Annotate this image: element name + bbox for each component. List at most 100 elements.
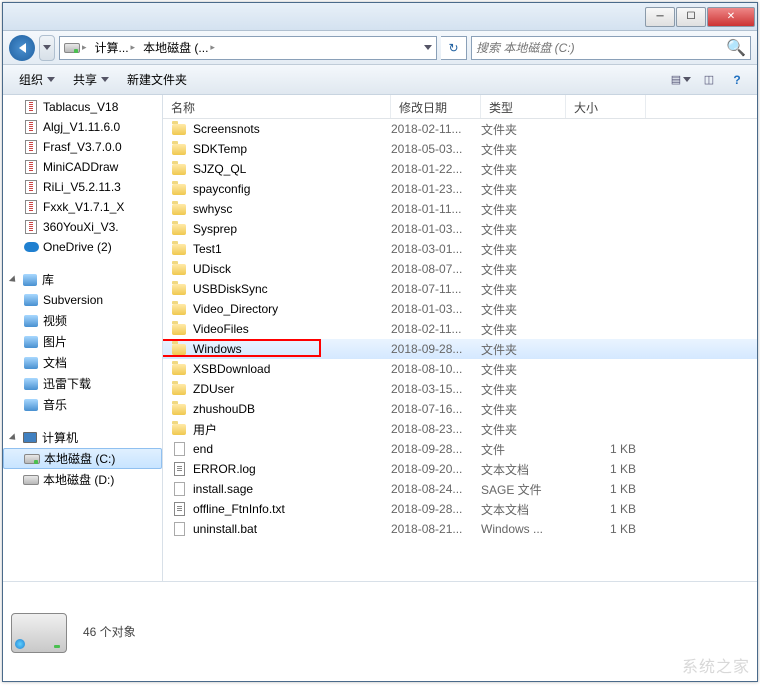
share-menu[interactable]: 共享 [65, 67, 117, 92]
archive-icon [23, 179, 39, 195]
history-dropdown[interactable] [39, 35, 55, 61]
content-area: Tablacus_V18 Algj_V1.11.6.0Frasf_V3.7.0.0… [3, 95, 757, 581]
sidebar-item[interactable]: 图片 [3, 331, 162, 352]
sidebar-item[interactable]: Subversion [3, 290, 162, 310]
file-type: 文件夹 [481, 221, 566, 238]
file-date: 2018-08-10... [391, 362, 481, 376]
maximize-button[interactable]: ☐ [676, 7, 706, 27]
sidebar-item[interactable]: 视频 [3, 310, 162, 331]
sidebar-item[interactable]: OneDrive (2) [3, 237, 162, 257]
file-row[interactable]: XSBDownload 2018-08-10... 文件夹 [163, 359, 757, 379]
file-row[interactable]: Video_Directory 2018-01-03... 文件夹 [163, 299, 757, 319]
file-row[interactable]: swhysc 2018-01-11... 文件夹 [163, 199, 757, 219]
file-row[interactable]: ZDUser 2018-03-15... 文件夹 [163, 379, 757, 399]
file-type: 文件夹 [481, 401, 566, 418]
breadcrumb-segment[interactable]: 计算... ▸ [91, 39, 140, 56]
search-box[interactable]: 🔍 [471, 36, 751, 60]
sidebar-drive[interactable]: 本地磁盘 (C:) [3, 448, 162, 469]
search-input[interactable] [476, 41, 726, 55]
file-name: uninstall.bat [193, 522, 257, 536]
file-row[interactable]: zhushouDB 2018-07-16... 文件夹 [163, 399, 757, 419]
file-date: 2018-08-24... [391, 482, 481, 496]
file-row[interactable]: ERROR.log 2018-09-20... 文本文档 1 KB [163, 459, 757, 479]
library-icon [23, 376, 39, 392]
file-size: 1 KB [566, 462, 646, 476]
file-type: 文件夹 [481, 201, 566, 218]
sidebar-item[interactable]: 文档 [3, 352, 162, 373]
sidebar-item[interactable]: 360YouXi_V3. [3, 217, 162, 237]
library-icon [23, 397, 39, 413]
file-type: Windows ... [481, 522, 566, 536]
file-row[interactable]: 用户 2018-08-23... 文件夹 [163, 419, 757, 439]
sidebar-library-header[interactable]: 库 [3, 267, 162, 290]
column-type[interactable]: 类型 [481, 95, 566, 118]
organize-menu[interactable]: 组织 [11, 67, 63, 92]
file-row[interactable]: SJZQ_QL 2018-01-22... 文件夹 [163, 159, 757, 179]
sidebar-drive[interactable]: 本地磁盘 (D:) [3, 469, 162, 490]
file-date: 2018-07-11... [391, 282, 481, 296]
file-date: 2018-09-20... [391, 462, 481, 476]
file-row[interactable]: USBDiskSync 2018-07-11... 文件夹 [163, 279, 757, 299]
minimize-button[interactable]: ─ [645, 7, 675, 27]
address-dropdown[interactable] [420, 45, 436, 50]
sidebar-computer-header[interactable]: 计算机 [3, 425, 162, 448]
column-size[interactable]: 大小 [566, 95, 646, 118]
sidebar-item[interactable]: Fxxk_V1.7.1_X [3, 197, 162, 217]
file-name: Screensnots [193, 122, 260, 136]
address-bar[interactable]: ▸ 计算... ▸ 本地磁盘 (... ▸ [59, 36, 437, 60]
file-row[interactable]: Test1 2018-03-01... 文件夹 [163, 239, 757, 259]
file-name: SDKTemp [193, 142, 247, 156]
library-icon [23, 355, 39, 371]
status-text: 46 个对象 [83, 623, 136, 640]
sidebar-item[interactable]: Frasf_V3.7.0.0 [3, 137, 162, 157]
sidebar-item[interactable]: Tablacus_V18 [3, 97, 162, 117]
file-row[interactable]: SDKTemp 2018-05-03... 文件夹 [163, 139, 757, 159]
sidebar-item[interactable]: MiniCADDraw [3, 157, 162, 177]
file-date: 2018-01-03... [391, 222, 481, 236]
help-button[interactable]: ? [725, 69, 749, 91]
column-name[interactable]: 名称 [163, 95, 391, 118]
file-row[interactable]: end 2018-09-28... 文件 1 KB [163, 439, 757, 459]
folder-icon [171, 361, 187, 377]
file-date: 2018-01-22... [391, 162, 481, 176]
folder-icon [171, 241, 187, 257]
library-icon [23, 292, 39, 308]
sidebar-item-label: Tablacus_V18 [43, 100, 118, 114]
folder-icon [171, 301, 187, 317]
file-date: 2018-08-07... [391, 262, 481, 276]
close-button[interactable]: ✕ [707, 7, 755, 27]
file-row[interactable]: offline_FtnInfo.txt 2018-09-28... 文本文档 1… [163, 499, 757, 519]
navigation-bar: ▸ 计算... ▸ 本地磁盘 (... ▸ ↻ 🔍 [3, 31, 757, 65]
file-row[interactable]: spayconfig 2018-01-23... 文件夹 [163, 179, 757, 199]
preview-pane-button[interactable]: ◫ [697, 69, 721, 91]
file-size: 1 KB [566, 502, 646, 516]
refresh-button[interactable]: ↻ [441, 36, 467, 60]
sidebar-item-label: 本地磁盘 (D:) [43, 471, 114, 488]
chevron-down-icon [47, 77, 55, 82]
file-row[interactable]: Screensnots 2018-02-11... 文件夹 [163, 119, 757, 139]
file-icon [171, 441, 187, 457]
sidebar-item[interactable]: Algj_V1.11.6.0 [3, 117, 162, 137]
back-button[interactable] [9, 35, 35, 61]
breadcrumb-root[interactable]: ▸ [60, 40, 91, 56]
file-name: UDisck [193, 262, 231, 276]
archive-icon [23, 119, 39, 135]
navigation-pane[interactable]: Tablacus_V18 Algj_V1.11.6.0Frasf_V3.7.0.0… [3, 95, 163, 581]
sidebar-item[interactable]: 音乐 [3, 394, 162, 415]
breadcrumb-segment[interactable]: 本地磁盘 (... ▸ [139, 39, 219, 56]
file-row[interactable]: VideoFiles 2018-02-11... 文件夹 [163, 319, 757, 339]
sidebar-item[interactable]: RiLi_V5.2.11.3 [3, 177, 162, 197]
file-row[interactable]: install.sage 2018-08-24... SAGE 文件 1 KB [163, 479, 757, 499]
column-date[interactable]: 修改日期 [391, 95, 481, 118]
view-options-button[interactable]: ▤ [669, 69, 693, 91]
sidebar-item[interactable]: 迅雷下载 [3, 373, 162, 394]
file-row[interactable]: UDisck 2018-08-07... 文件夹 [163, 259, 757, 279]
column-headers: 名称 修改日期 类型 大小 [163, 95, 757, 119]
new-folder-button[interactable]: 新建文件夹 [119, 67, 195, 92]
file-row[interactable]: Windows 2018-09-28... 文件夹 [163, 339, 757, 359]
file-list[interactable]: Screensnots 2018-02-11... 文件夹 SDKTemp 20… [163, 119, 757, 581]
folder-icon [171, 121, 187, 137]
file-row[interactable]: uninstall.bat 2018-08-21... Windows ... … [163, 519, 757, 539]
chevron-down-icon [424, 45, 432, 50]
file-row[interactable]: Sysprep 2018-01-03... 文件夹 [163, 219, 757, 239]
